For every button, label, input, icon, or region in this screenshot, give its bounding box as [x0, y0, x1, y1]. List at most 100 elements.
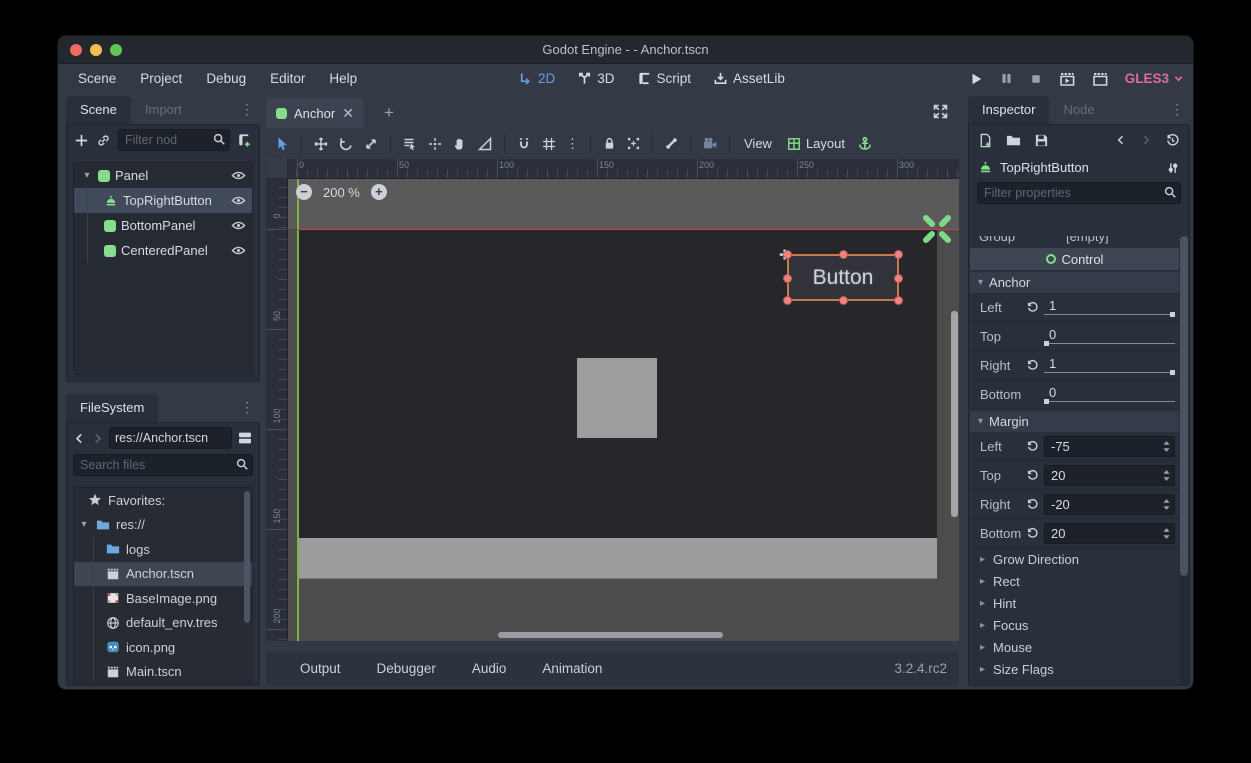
save-icon[interactable] [1034, 133, 1049, 148]
object-history-icon[interactable] [1165, 133, 1180, 148]
2d-canvas[interactable]: + Button − 200 % + [288, 179, 959, 641]
view-menu[interactable]: View [741, 136, 775, 151]
dock-menu-icon[interactable]: ⋮ [240, 399, 254, 416]
snap-options-icon[interactable]: ⋮ [566, 136, 579, 152]
revert-icon[interactable] [1020, 440, 1044, 453]
back-icon[interactable] [73, 432, 86, 445]
visibility-eye-icon[interactable] [231, 168, 246, 183]
distraction-free-icon[interactable] [932, 103, 949, 120]
selected-button-control[interactable]: + Button [787, 254, 899, 301]
history-back-icon[interactable] [1115, 134, 1127, 146]
menu-project[interactable]: Project [128, 64, 194, 93]
file-row-icon-png[interactable]: icon.png [74, 635, 252, 660]
menu-editor[interactable]: Editor [258, 64, 317, 93]
stepper-icon[interactable] [1162, 440, 1171, 453]
attach-script-button[interactable] [237, 133, 252, 148]
move-tool-icon[interactable] [313, 136, 329, 152]
resize-handle[interactable] [783, 274, 792, 283]
visibility-eye-icon[interactable] [231, 243, 246, 258]
visibility-eye-icon[interactable] [231, 218, 246, 233]
vertical-scrollbar[interactable] [951, 311, 958, 517]
resize-handle[interactable] [894, 296, 903, 305]
resize-handle[interactable] [894, 250, 903, 259]
pause-button[interactable] [1000, 72, 1013, 85]
anchor-top-slider[interactable]: 0 [1044, 322, 1175, 350]
lock-icon[interactable] [602, 136, 617, 151]
tab-node[interactable]: Node [1049, 96, 1108, 124]
new-scene-tab-button[interactable]: + [384, 104, 394, 121]
menu-scene[interactable]: Scene [66, 64, 128, 93]
revert-icon[interactable] [1020, 359, 1044, 372]
margin-top-spinbox[interactable]: 20 [1044, 465, 1175, 486]
extra-options-icon[interactable] [1166, 161, 1180, 175]
list-select-icon[interactable] [402, 136, 418, 152]
bottom-tab-output[interactable]: Output [282, 661, 359, 676]
section-size-flags[interactable]: ▸ Size Flags [970, 658, 1179, 680]
play-scene-button[interactable] [1059, 71, 1075, 87]
renderer-selector[interactable]: GLES3 [1125, 71, 1183, 86]
bottom-tab-animation[interactable]: Animation [524, 661, 620, 676]
zoom-out-button[interactable]: − [296, 184, 312, 200]
smart-snap-icon[interactable] [516, 136, 532, 152]
section-rect[interactable]: ▸ Rect [970, 570, 1179, 592]
instance-scene-button[interactable] [96, 133, 111, 148]
margin-left-spinbox[interactable]: -75 [1044, 436, 1175, 457]
stepper-icon[interactable] [1162, 527, 1171, 540]
horizontal-scrollbar[interactable] [498, 632, 723, 638]
resize-handle[interactable] [894, 274, 903, 283]
file-row-default-env-tres[interactable]: default_env.tres [74, 611, 252, 636]
resize-handle[interactable] [783, 250, 792, 259]
section-mouse[interactable]: ▸ Mouse [970, 636, 1179, 658]
scale-tool-icon[interactable] [363, 136, 379, 152]
stepper-icon[interactable] [1162, 498, 1171, 511]
zoom-level[interactable]: 200 % [323, 185, 360, 200]
resize-handle[interactable] [839, 250, 848, 259]
scrollbar[interactable] [244, 491, 250, 623]
forward-icon[interactable] [91, 432, 104, 445]
menu-debug[interactable]: Debug [194, 64, 258, 93]
section-hint[interactable]: ▸ Hint [970, 592, 1179, 614]
resize-handle[interactable] [839, 296, 848, 305]
tree-row-panel[interactable]: ▾ Panel [74, 163, 252, 188]
tree-row-toprightbutton[interactable]: TopRightButton [74, 188, 252, 213]
dock-menu-icon[interactable]: ⋮ [1170, 101, 1184, 118]
filter-properties-input[interactable] [977, 182, 1181, 204]
revert-icon[interactable] [1020, 527, 1044, 540]
scene-tab-anchor[interactable]: Anchor ✕ [266, 98, 364, 128]
file-row-res[interactable]: ▾ res:// [74, 513, 252, 538]
add-node-button[interactable] [74, 133, 89, 148]
file-row-favorites[interactable]: Favorites: [74, 488, 252, 513]
tab-scene[interactable]: Scene [66, 96, 131, 124]
margin-right-spinbox[interactable]: -20 [1044, 494, 1175, 515]
file-row-main-tscn[interactable]: Main.tscn [74, 660, 252, 685]
section-grow-direction[interactable]: ▸ Grow Direction [970, 548, 1179, 570]
stop-button[interactable] [1030, 73, 1042, 85]
revert-icon[interactable] [1020, 301, 1044, 314]
tab-inspector[interactable]: Inspector [968, 96, 1049, 124]
file-row-logs[interactable]: logs [74, 537, 252, 562]
visibility-eye-icon[interactable] [231, 193, 246, 208]
split-mode-icon[interactable] [237, 430, 253, 446]
tab-filesystem[interactable]: FileSystem [66, 394, 158, 422]
category-control[interactable]: Control [970, 248, 1179, 270]
select-tool-icon[interactable] [274, 136, 290, 152]
bottom-tab-audio[interactable]: Audio [454, 661, 525, 676]
preview-camera-icon[interactable] [702, 136, 718, 152]
section-focus[interactable]: ▸ Focus [970, 614, 1179, 636]
resize-handle[interactable] [783, 296, 792, 305]
scrollbar[interactable] [1180, 236, 1188, 576]
section-anchor[interactable]: ▾ Anchor [970, 272, 1179, 293]
rotate-tool-icon[interactable] [338, 136, 354, 152]
search-files-input[interactable] [73, 454, 253, 476]
revert-icon[interactable] [1020, 498, 1044, 511]
load-resource-folder-icon[interactable] [1006, 133, 1021, 148]
revert-icon[interactable] [1020, 469, 1044, 482]
file-row-anchor-tscn[interactable]: Anchor.tscn [74, 562, 252, 587]
collapse-icon[interactable]: ▾ [81, 170, 93, 181]
anchor-left-slider[interactable]: 1 [1044, 293, 1175, 321]
dock-menu-icon[interactable]: ⋮ [240, 101, 254, 118]
anchor-right-slider[interactable]: 1 [1044, 351, 1175, 379]
group-icon[interactable] [626, 136, 641, 151]
menu-help[interactable]: Help [317, 64, 369, 93]
workspace-script-button[interactable]: Script [637, 71, 692, 86]
